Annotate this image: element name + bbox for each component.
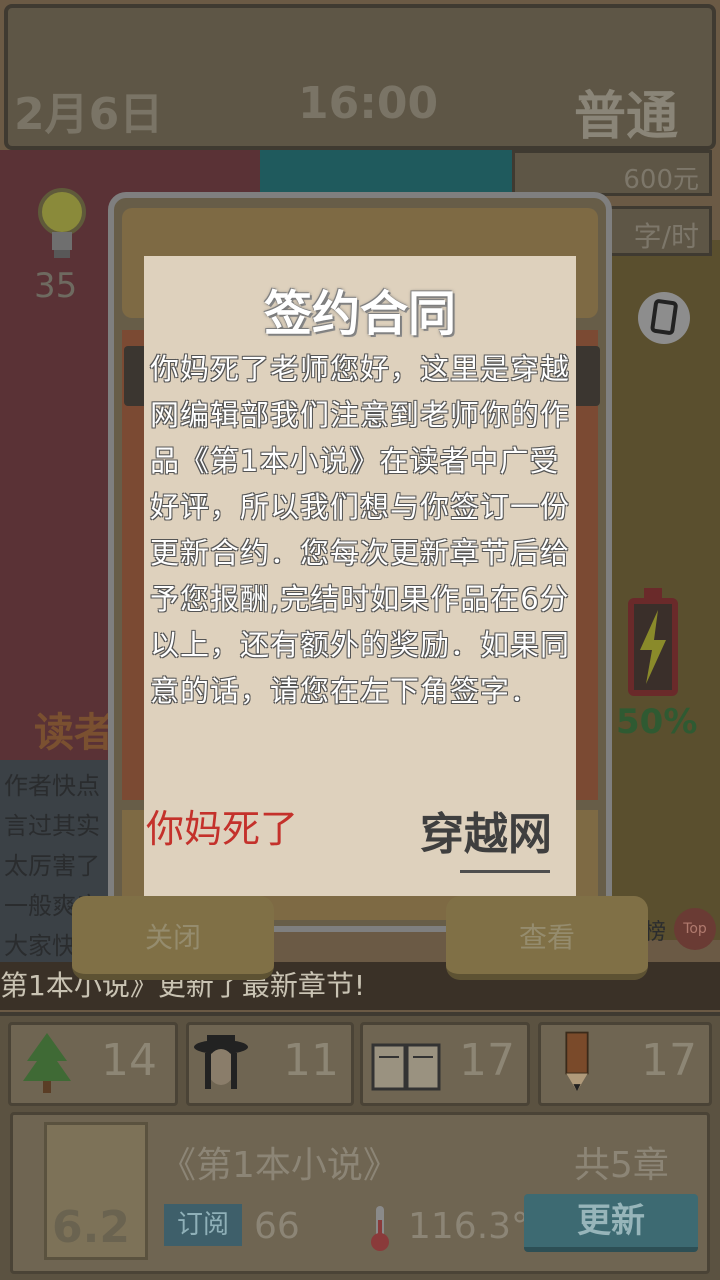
contract-body-text: 你妈死了老师您好，这里是穿越网编辑部我们注意到老师你的作品《第1本小说》在读者中… <box>150 352 571 708</box>
chapter-count: 共5章 <box>574 1145 669 1186</box>
lightbulb-icon[interactable] <box>34 186 90 266</box>
thermometer-icon <box>371 1206 389 1251</box>
fan-girl-icon <box>194 1035 248 1089</box>
comment-item: 言过其实 <box>4 812 100 840</box>
novel-score: 6.2 <box>52 1202 130 1253</box>
contract-title: 签约合同 <box>263 286 456 342</box>
stat-fans[interactable]: 11 <box>186 1022 354 1106</box>
update-button[interactable]: 更新 <box>524 1194 698 1252</box>
novel-title: 《第1本小说》 <box>160 1145 399 1186</box>
stat-value: 17 <box>641 1035 697 1086</box>
stat-inspiration[interactable]: 14 <box>8 1022 178 1106</box>
close-button[interactable]: 关闭 <box>72 896 274 980</box>
readers-label: 读者 <box>34 710 114 756</box>
publisher-signature: 穿越网 <box>420 809 552 860</box>
difficulty-label: 普通 <box>574 87 679 147</box>
stat-value: 14 <box>101 1035 157 1086</box>
paper-clip-icon[interactable] <box>636 290 692 346</box>
battery-icon <box>628 588 678 696</box>
comment-item: 作者快点 <box>4 772 100 800</box>
stat-knowledge[interactable]: 17 <box>360 1022 530 1106</box>
tree-icon <box>23 1033 71 1093</box>
money-display: 600元 <box>512 150 712 196</box>
time-label: 16:00 <box>298 78 439 129</box>
view-button[interactable]: 查看 <box>446 896 648 980</box>
stat-value: 17 <box>459 1035 515 1086</box>
date-label: 2月6日 <box>14 89 164 140</box>
comment-item: 太厉害了 <box>4 852 100 880</box>
stat-value: 11 <box>283 1035 339 1086</box>
top-status-bar: 2月6日 16:00 普通 <box>4 4 716 150</box>
signature-field[interactable]: 你妈死了 <box>146 798 298 853</box>
ideas-count: 35 <box>34 266 78 306</box>
heat-value: 116.3° <box>408 1206 530 1247</box>
pencil-icon <box>565 1031 589 1092</box>
stat-writing[interactable]: 17 <box>538 1022 712 1106</box>
battery-percent: 50% <box>616 702 698 742</box>
top-rank-button[interactable]: Top <box>674 908 716 950</box>
signature-underline <box>460 870 550 873</box>
book-icon <box>371 1043 441 1091</box>
subscriber-count: 66 <box>254 1206 300 1247</box>
subscribe-badge: 订阅 <box>164 1204 242 1246</box>
